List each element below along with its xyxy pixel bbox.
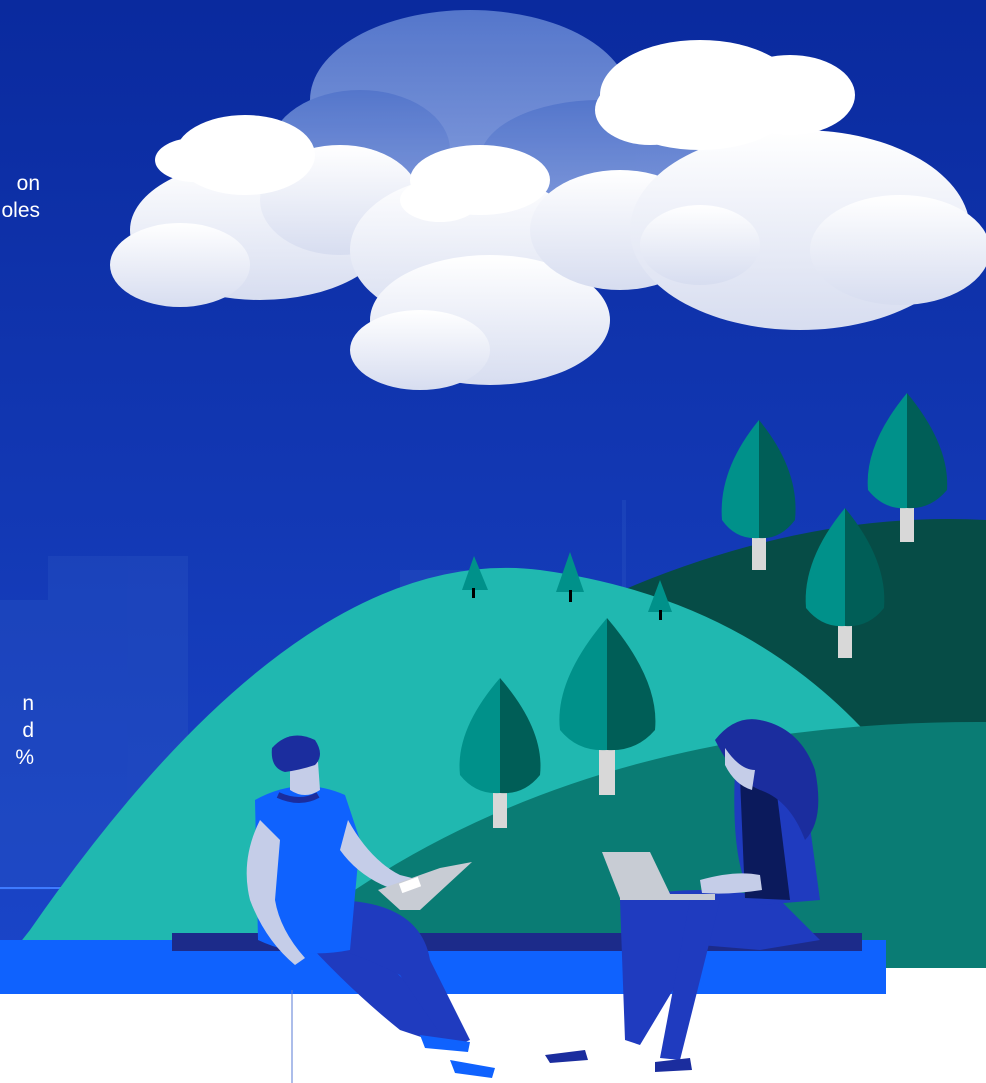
intro-text: on oles xyxy=(0,170,46,224)
stat-text: n d % xyxy=(0,690,36,771)
intro-text-line: oles xyxy=(1,199,40,222)
stat-text-line: % xyxy=(15,746,34,769)
intro-text-line: on xyxy=(16,172,40,195)
stat-text-line: d xyxy=(22,719,34,742)
stat-text-line: n xyxy=(22,692,34,715)
hero-illustration xyxy=(0,0,986,1083)
